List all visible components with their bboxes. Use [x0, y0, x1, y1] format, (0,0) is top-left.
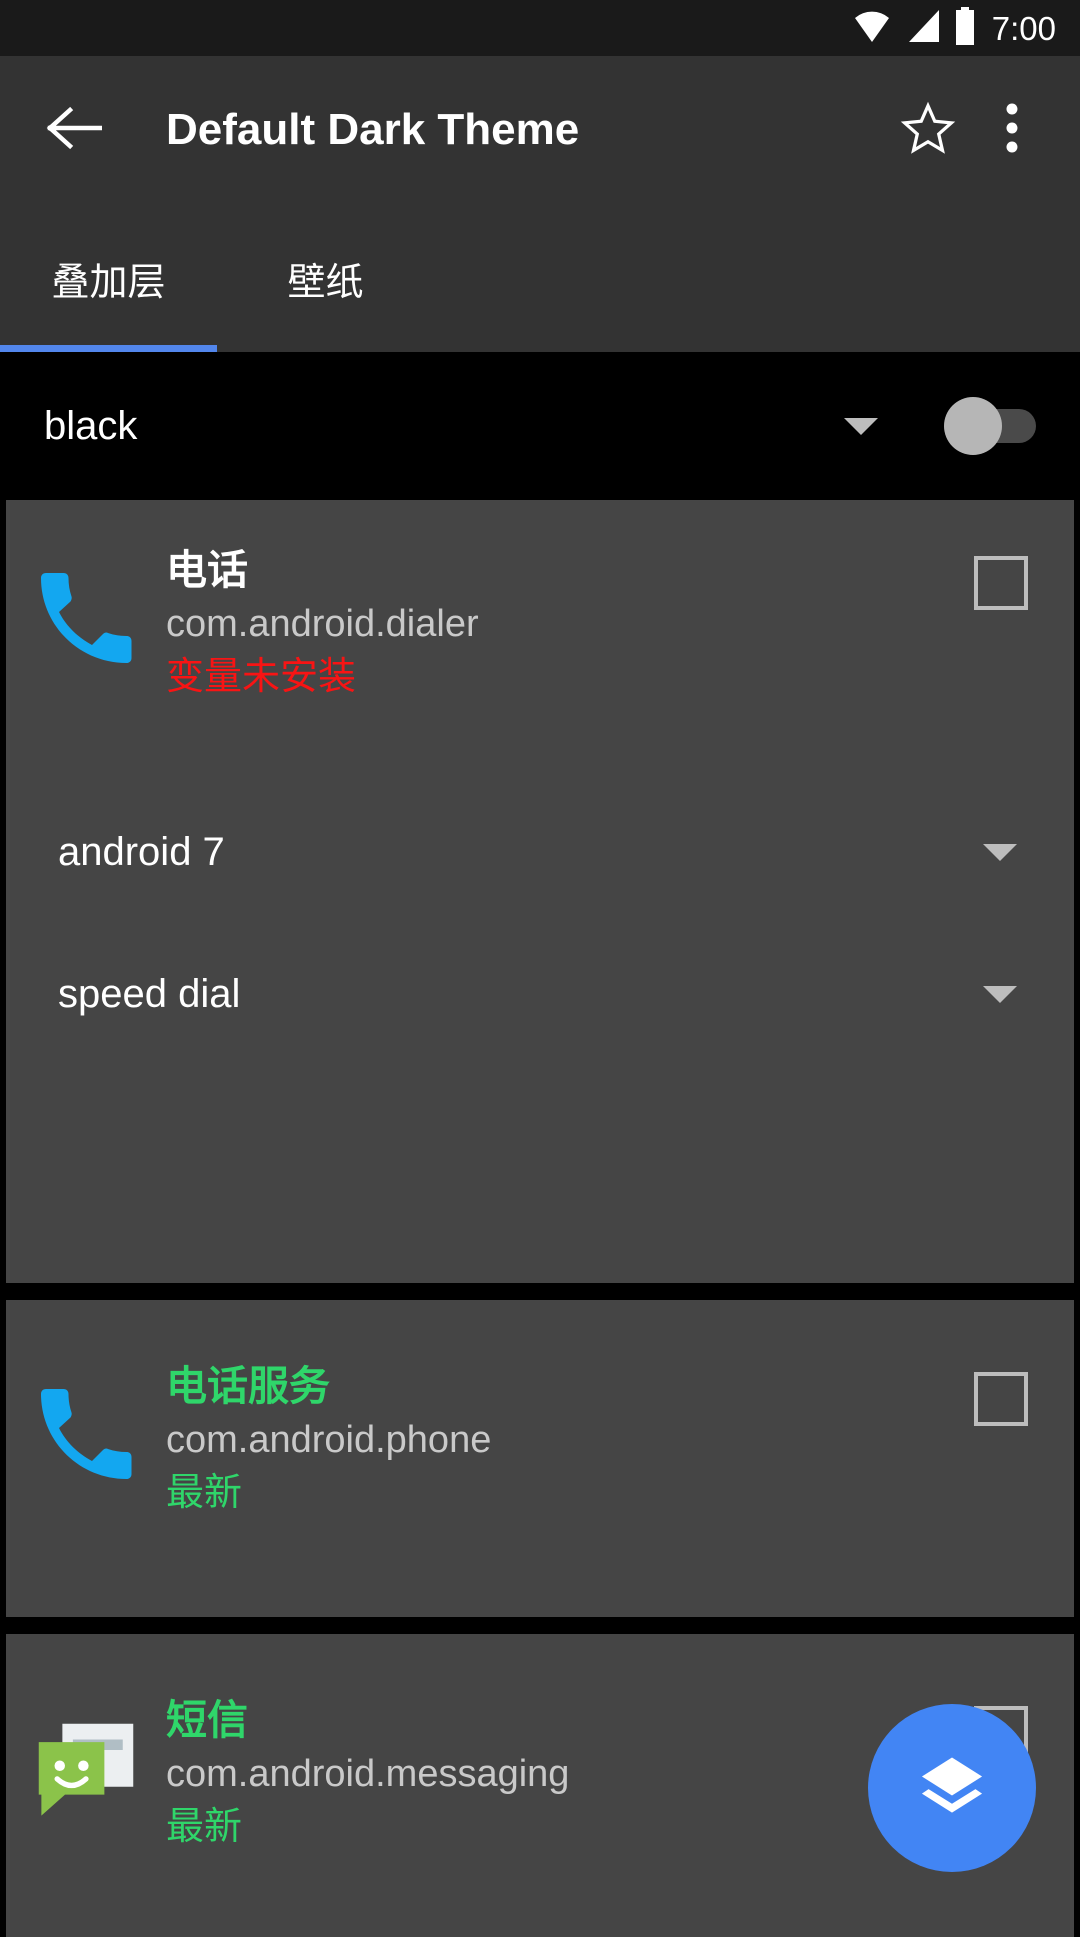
spinner-speed-dial[interactable]: speed dial	[6, 924, 1074, 1066]
status-bar-clock: 7:00	[991, 9, 1056, 47]
chevron-down-icon	[983, 844, 1017, 862]
page-title: Default Dark Theme	[166, 105, 580, 154]
tab-active-indicator	[0, 345, 217, 352]
back-button[interactable]	[38, 94, 110, 166]
back-arrow-icon	[46, 104, 103, 157]
overflow-menu-button[interactable]	[982, 92, 1042, 168]
card-text-block: 电话服务 com.android.phone 最新	[166, 1358, 974, 1520]
theme-variant-dropdown-button[interactable]	[816, 417, 906, 435]
app-display-name: 短信	[166, 1697, 248, 1743]
app-status-text: 最新	[166, 1472, 243, 1515]
overlay-select-checkbox[interactable]	[974, 1372, 1028, 1426]
overflow-menu-icon	[1005, 100, 1019, 161]
spinner-dropdown-button[interactable]	[970, 844, 1030, 862]
app-display-name: 电话	[166, 547, 248, 593]
tab-bar: 叠加层 壁纸	[0, 204, 1080, 352]
toggle-thumb	[944, 397, 1002, 455]
app-display-name: 电话服务	[166, 1363, 330, 1409]
status-bar-icons	[852, 6, 976, 50]
spinner-value: speed dial	[58, 972, 241, 1017]
app-package-name: com.android.messaging	[166, 1753, 570, 1796]
chevron-down-icon	[844, 417, 878, 435]
spinner-android-version[interactable]: android 7	[6, 782, 1074, 924]
phone-icon	[6, 542, 166, 678]
layers-icon	[914, 1748, 990, 1829]
app-package-name: com.android.dialer	[166, 603, 479, 646]
card-header: 电话服务 com.android.phone 最新	[6, 1300, 1074, 1520]
card-text-block: 短信 com.android.messaging 最新	[166, 1692, 974, 1854]
apply-overlays-fab[interactable]	[868, 1704, 1036, 1872]
battery-icon	[954, 6, 976, 50]
theme-enable-toggle[interactable]	[944, 397, 1036, 455]
tab-overlays[interactable]: 叠加层	[0, 204, 217, 352]
card-text-block: 电话 com.android.dialer 变量未安装	[166, 542, 974, 704]
star-outline-icon	[899, 100, 957, 161]
theme-variant-value[interactable]: black	[44, 404, 816, 449]
app-package-name: com.android.phone	[166, 1419, 492, 1462]
overlay-card-phone-service[interactable]: 电话服务 com.android.phone 最新	[6, 1300, 1074, 1617]
app-bar: Default Dark Theme	[0, 56, 1080, 204]
favorite-button[interactable]	[890, 92, 966, 168]
overlay-select-checkbox[interactable]	[974, 556, 1028, 610]
card-header: 电话 com.android.dialer 变量未安装	[6, 500, 1074, 704]
status-bar: 7:00	[0, 0, 1080, 56]
cell-signal-icon	[904, 8, 942, 49]
app-status-text: 变量未安装	[166, 656, 357, 699]
sms-icon	[6, 1692, 166, 1834]
spinner-value: android 7	[58, 830, 225, 875]
overlay-card-dialer[interactable]: 电话 com.android.dialer 变量未安装 android 7 sp…	[6, 500, 1074, 1283]
tab-wallpaper[interactable]: 壁纸	[217, 204, 434, 352]
app-status-text: 最新	[166, 1806, 243, 1849]
theme-variant-row: black	[0, 352, 1080, 500]
wifi-icon	[852, 8, 892, 49]
spinner-dropdown-button[interactable]	[970, 986, 1030, 1004]
chevron-down-icon	[983, 986, 1017, 1004]
phone-icon	[6, 1358, 166, 1494]
